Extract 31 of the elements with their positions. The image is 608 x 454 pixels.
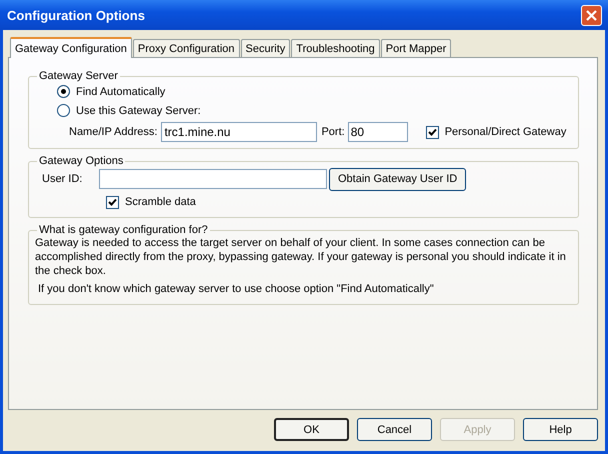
user-id-field[interactable] <box>99 169 327 189</box>
radio-button[interactable] <box>57 85 70 98</box>
tab[interactable]: Port Mapper <box>380 39 452 57</box>
dialog-button[interactable]: Help <box>523 418 598 441</box>
tab[interactable]: Security <box>240 39 290 57</box>
group-title: Gateway Server <box>38 70 119 82</box>
address-field[interactable]: trc1.mine.nu <box>161 122 318 142</box>
field-label: Port: <box>321 126 345 138</box>
help-paragraph: Gateway is needed to access the target server on behalf of your client. In some cases connection can be accomplished directly from the proxy, bypassing gateway. If your gateway is personal you should indicate it in the check box. <box>35 236 567 278</box>
obtain-user-id-button[interactable]: Obtain Gateway User ID <box>329 168 466 190</box>
field-label: User ID: <box>41 173 84 185</box>
close-icon <box>586 10 597 20</box>
tab[interactable]: Proxy Configuration <box>132 39 240 57</box>
close-button[interactable] <box>581 4 602 26</box>
window-title: Configuration Options <box>7 8 145 22</box>
dialog-button[interactable]: OK <box>274 418 349 441</box>
dialog-button[interactable]: Cancel <box>357 418 432 441</box>
checkbox-label: Scramble data <box>125 196 196 208</box>
checkbox-label: Personal/Direct Gateway <box>444 126 566 138</box>
tab[interactable]: Gateway Configuration <box>10 37 132 58</box>
field-label: Name/IP Address: <box>69 126 158 138</box>
radio-button[interactable] <box>57 104 70 117</box>
help-paragraph: If you don't know which gateway server to use choose option "Find Automatically" <box>38 282 435 296</box>
checkbox[interactable] <box>426 126 439 138</box>
group-title: Gateway Options <box>38 155 124 167</box>
port-field[interactable]: 80 <box>348 122 408 142</box>
radio-label: Use this Gateway Server: <box>76 104 201 116</box>
group-title: What is gateway configuration for? <box>38 224 209 236</box>
tab[interactable]: Troubleshooting <box>291 39 380 57</box>
checkbox[interactable] <box>106 196 119 208</box>
radio-label: Find Automatically <box>76 86 166 98</box>
